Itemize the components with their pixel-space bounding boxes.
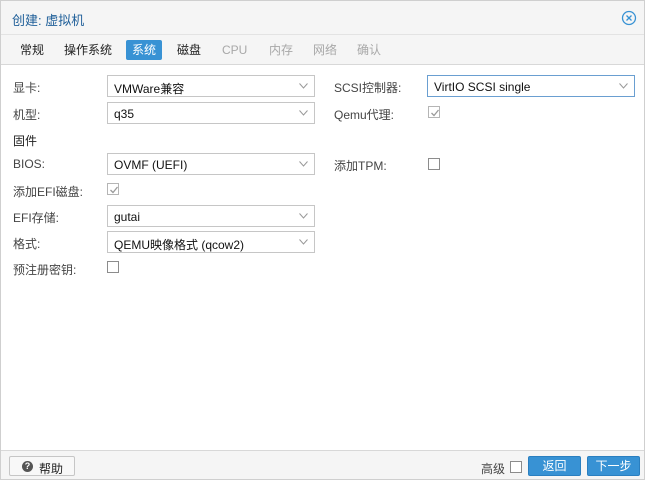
tab-network: 网络	[313, 43, 338, 57]
tab-general[interactable]: 常规	[14, 40, 50, 60]
chevron-down-icon	[299, 239, 308, 245]
firmware-section-title: 固件	[13, 134, 38, 148]
graphics-label: 显卡:	[13, 81, 41, 95]
help-button[interactable]: ? 帮助	[9, 456, 75, 476]
scsi-controller-select[interactable]: VirtIO SCSI single	[427, 75, 635, 97]
question-icon: ?	[22, 461, 33, 472]
efi-storage-label: EFI存储:	[13, 211, 60, 225]
machine-label: 机型:	[13, 108, 41, 122]
next-button[interactable]: 下一步	[587, 456, 640, 476]
machine-value: q35	[114, 107, 135, 121]
back-button[interactable]: 返回	[528, 456, 581, 476]
advanced-label: 高级	[481, 462, 506, 476]
efi-storage-value: gutai	[114, 210, 141, 224]
tab-os[interactable]: 操作系统	[58, 40, 118, 60]
tab-disks[interactable]: 磁盘	[171, 40, 207, 60]
tpm-label: 添加TPM:	[334, 159, 387, 173]
tab-confirm: 确认	[357, 43, 382, 57]
tab-system[interactable]: 系统	[126, 40, 163, 60]
pre-enroll-keys-label: 预注册密钥:	[13, 263, 77, 277]
efi-storage-select[interactable]: gutai	[107, 205, 315, 227]
efi-disk-label: 添加EFI磁盘:	[13, 185, 84, 199]
chevron-down-icon	[299, 83, 308, 89]
chevron-down-icon	[299, 110, 308, 116]
graphics-select[interactable]: VMWare兼容	[107, 75, 315, 97]
system-panel: 显卡: VMWare兼容 SCSI控制器: VirtIO SCSI single…	[1, 66, 644, 450]
help-button-label: 帮助	[39, 462, 64, 476]
bios-select[interactable]: OVMF (UEFI)	[107, 153, 315, 175]
bios-value: OVMF (UEFI)	[114, 158, 188, 172]
scsi-value: VirtIO SCSI single	[434, 80, 531, 94]
format-label: 格式:	[13, 237, 41, 251]
tab-cpu: CPU	[222, 43, 248, 57]
wizard-tabs: 常规 操作系统 系统 磁盘 CPU 内存 网络 确认	[1, 35, 644, 65]
graphics-value: VMWare兼容	[114, 82, 185, 96]
chevron-down-icon	[299, 213, 308, 219]
machine-select[interactable]: q35	[107, 102, 315, 124]
qemu-agent-label: Qemu代理:	[334, 108, 395, 122]
check-icon	[110, 186, 119, 194]
chevron-down-icon	[619, 83, 628, 89]
chevron-down-icon	[299, 161, 308, 167]
close-icon[interactable]	[621, 10, 637, 26]
bios-label: BIOS:	[13, 157, 46, 171]
check-icon	[431, 109, 440, 117]
efi-disk-checkbox[interactable]	[107, 183, 119, 195]
create-vm-dialog: 创建: 虚拟机 常规 操作系统 系统 磁盘 CPU 内存 网络 确认 显卡: V…	[0, 0, 645, 480]
title-bar: 创建: 虚拟机	[1, 1, 644, 35]
advanced-checkbox[interactable]	[510, 461, 522, 473]
scsi-label: SCSI控制器:	[334, 81, 402, 95]
qemu-agent-checkbox[interactable]	[428, 106, 440, 118]
format-select[interactable]: QEMU映像格式 (qcow2)	[107, 231, 315, 253]
tab-memory: 内存	[269, 43, 294, 57]
dialog-title: 创建: 虚拟机	[12, 13, 85, 28]
pre-enroll-keys-checkbox[interactable]	[107, 261, 119, 273]
format-value: QEMU映像格式 (qcow2)	[114, 238, 245, 252]
tpm-checkbox[interactable]	[428, 158, 440, 170]
dialog-footer: ? 帮助 高级 返回 下一步	[1, 450, 644, 479]
